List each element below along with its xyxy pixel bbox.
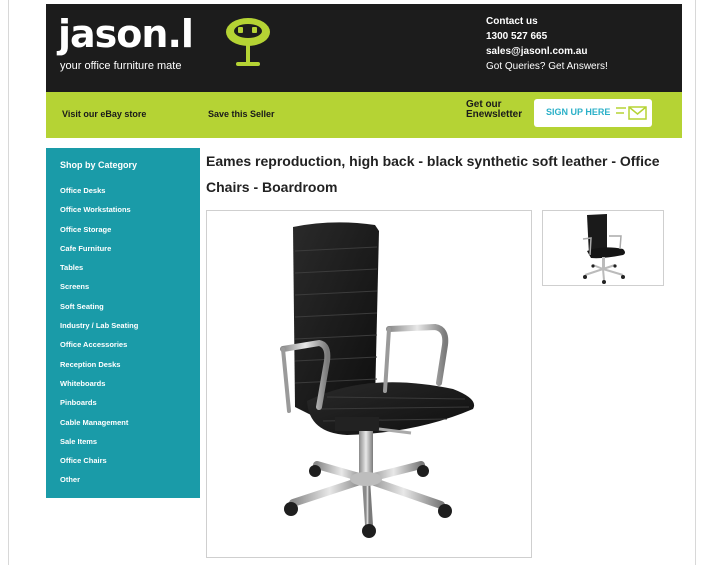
- contact-heading: Contact us: [486, 16, 538, 27]
- signup-label: SIGN UP HERE: [546, 107, 611, 117]
- sidebar-item-industry-lab-seating[interactable]: Industry / Lab Seating: [46, 321, 200, 340]
- product-title: Eames reproduction, high back - black sy…: [206, 153, 660, 195]
- save-seller-link[interactable]: Save this Seller: [208, 109, 275, 119]
- sidebar-item-tables[interactable]: Tables: [46, 263, 200, 282]
- site-header: jason.l your office furniture mate Conta…: [46, 4, 682, 92]
- office-chair-thumbnail-image: [582, 214, 625, 284]
- nav-bar: Visit our eBay store Save this Seller Ge…: [46, 92, 682, 138]
- site-logo[interactable]: jason.l your office furniture mate: [58, 12, 218, 82]
- sidebar-item-reception-desks[interactable]: Reception Desks: [46, 360, 200, 379]
- product-thumbnail[interactable]: [542, 210, 664, 286]
- sidebar-item-office-accessories[interactable]: Office Accessories: [46, 340, 200, 359]
- sidebar-item-office-desks[interactable]: Office Desks: [46, 186, 200, 205]
- sidebar-item-screens[interactable]: Screens: [46, 282, 200, 301]
- category-sidebar: Shop by Category Office Desks Office Wor…: [46, 148, 200, 498]
- product-main-image[interactable]: [206, 210, 532, 558]
- sidebar-heading: Shop by Category: [60, 160, 138, 170]
- ebay-store-link[interactable]: Visit our eBay store: [62, 109, 146, 119]
- sidebar-item-sale-items[interactable]: Sale Items: [46, 437, 200, 456]
- sidebar-item-soft-seating[interactable]: Soft Seating: [46, 302, 200, 321]
- contact-email[interactable]: sales@jasonl.com.au: [486, 44, 608, 59]
- sidebar-item-pinboards[interactable]: Pinboards: [46, 398, 200, 417]
- envelope-icon: [616, 106, 647, 120]
- sidebar-item-office-storage[interactable]: Office Storage: [46, 225, 200, 244]
- sidebar-item-office-workstations[interactable]: Office Workstations: [46, 205, 200, 224]
- contact-block: Contact us 1300 527 665 sales@jasonl.com…: [486, 14, 608, 74]
- sidebar-item-cafe-furniture[interactable]: Cafe Furniture: [46, 244, 200, 263]
- sidebar-item-whiteboards[interactable]: Whiteboards: [46, 379, 200, 398]
- office-chair-image: [280, 222, 475, 538]
- martini-glass-icon: [226, 18, 270, 66]
- contact-phone[interactable]: 1300 527 665: [486, 29, 608, 44]
- newsletter-label: Get our Enewsletter: [466, 100, 522, 120]
- logo-text: jason.l: [58, 12, 194, 56]
- sidebar-item-office-chairs[interactable]: Office Chairs: [46, 456, 200, 475]
- logo-tagline: your office furniture mate: [60, 60, 182, 72]
- signup-button[interactable]: SIGN UP HERE: [534, 99, 652, 127]
- sidebar-item-other[interactable]: Other: [46, 475, 200, 494]
- sidebar-item-cable-management[interactable]: Cable Management: [46, 418, 200, 437]
- newsletter-line-2: Enewsletter: [466, 109, 523, 120]
- contact-queries[interactable]: Got Queries? Get Answers!: [486, 59, 608, 74]
